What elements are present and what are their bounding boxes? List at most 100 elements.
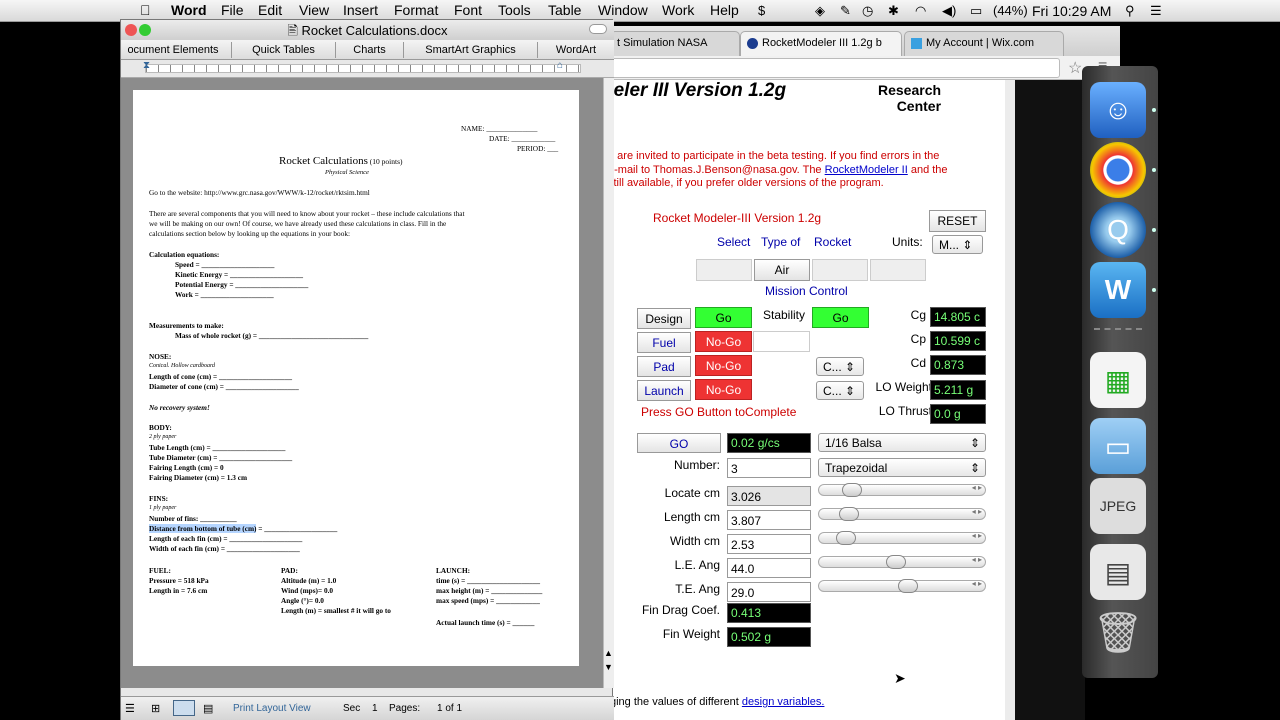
fins-line: Width of each fin (cm) = _______________… [149, 544, 300, 553]
trash-icon[interactable]: 🗑 [1090, 604, 1146, 660]
type-button-3[interactable] [812, 259, 868, 281]
print-layout-icon[interactable] [173, 700, 195, 716]
scroll-down-icon[interactable]: ▼ [604, 662, 613, 672]
param-slider[interactable]: ◂ ▸ [818, 507, 986, 521]
design-variables-link[interactable]: design variables. [742, 696, 825, 708]
type-air-button[interactable]: Air [754, 259, 810, 281]
spotlight-icon[interactable]: ⚲ [1125, 3, 1135, 19]
tab-smartart[interactable]: SmartArt Graphics [403, 42, 537, 58]
tab-wordart[interactable]: WordArt [537, 42, 614, 58]
param-slider[interactable]: ◂ ▸ [818, 483, 986, 497]
reset-button[interactable]: RESET [929, 210, 986, 232]
close-icon[interactable] [125, 24, 137, 36]
material-select[interactable]: 1/16 Balsa ⇕ [818, 433, 986, 452]
param-field[interactable]: 2.53 [727, 534, 811, 554]
outline-view-icon[interactable]: ⊞ [151, 702, 160, 715]
lo-weight-label: LO Weight [875, 380, 932, 394]
type-button-4[interactable] [870, 259, 926, 281]
param-field[interactable]: 29.0 [727, 582, 811, 602]
menu-app-name[interactable]: Word [171, 2, 207, 18]
param-field[interactable]: 3.807 [727, 510, 811, 530]
apple-icon[interactable]:  [140, 2, 151, 18]
preview-icon[interactable]: ▤ [1090, 544, 1146, 600]
fuel-button[interactable]: Fuel [637, 332, 691, 353]
browser-scrollbar[interactable] [1005, 80, 1015, 720]
indent-marker-icon[interactable]: ⧗ [143, 60, 150, 71]
zoom-icon[interactable] [139, 24, 151, 36]
number-field[interactable]: 3 [727, 458, 811, 478]
rocketmodeler-ii-link[interactable]: RocketModeler II [825, 164, 908, 176]
slider-knob[interactable] [898, 579, 919, 593]
dropbox-icon[interactable]: ◈ [815, 3, 825, 19]
battery-icon[interactable]: ▭ [970, 3, 982, 19]
param-slider[interactable]: ◂ ▸ [818, 579, 986, 593]
chrome-icon[interactable] [1090, 142, 1146, 198]
scroll-up-icon[interactable]: ▲ [604, 648, 613, 658]
address-bar[interactable] [610, 58, 1060, 78]
menu-help[interactable]: Help [710, 2, 739, 18]
menu-tools[interactable]: Tools [498, 2, 531, 18]
finder-icon[interactable]: ☺ [1090, 82, 1146, 138]
launch-button[interactable]: Launch [637, 380, 691, 401]
wifi-icon[interactable]: ◠ [915, 3, 926, 19]
type-of-label: Type of [761, 235, 801, 249]
ruler[interactable]: ⧗ ⌂ [121, 60, 614, 78]
folder-icon[interactable]: ▭ [1090, 418, 1146, 474]
fin-weight-label: Fin Weight [662, 627, 720, 641]
script-icon[interactable]: $ [758, 3, 765, 18]
menu-format[interactable]: Format [394, 2, 438, 18]
param-slider[interactable]: ◂ ▸ [818, 531, 986, 545]
body-heading: BODY: [149, 423, 172, 432]
slider-arrows-icon[interactable]: ◂ ▸ [972, 555, 982, 564]
units-select[interactable]: M... ⇕ [932, 235, 983, 254]
menu-work[interactable]: Work [662, 2, 694, 18]
body-line: Tube Diameter (cm) = ___________________… [149, 453, 293, 462]
slider-knob[interactable] [835, 531, 856, 545]
tab-charts[interactable]: Charts [335, 42, 403, 58]
spreadsheet-icon[interactable]: ▦ [1090, 352, 1146, 408]
slider-arrows-icon[interactable]: ◂ ▸ [972, 483, 982, 492]
menu-edit[interactable]: Edit [258, 2, 282, 18]
slider-arrows-icon[interactable]: ◂ ▸ [972, 531, 982, 540]
time-machine-icon[interactable]: ◷ [862, 3, 873, 19]
go-button[interactable]: GO [637, 433, 721, 453]
menu-table[interactable]: Table [548, 2, 581, 18]
notification-icon[interactable]: ☰ [1150, 3, 1162, 19]
tab-wix[interactable]: My Account | Wix.com [904, 31, 1064, 56]
slider-knob[interactable] [842, 483, 863, 497]
menu-window[interactable]: Window [598, 2, 648, 18]
design-button[interactable]: Design [637, 308, 691, 329]
tab-quick-tables[interactable]: Quick Tables [231, 42, 335, 58]
document-page[interactable]: NAME: ______________ DATE: ____________ … [133, 90, 579, 666]
tab-rocketmodeler[interactable]: RocketModeler III 1.2g b [740, 31, 902, 56]
volume-icon[interactable]: ◀) [942, 3, 956, 19]
shape-select[interactable]: Trapezoidal ⇕ [818, 458, 986, 477]
menu-view[interactable]: View [299, 2, 329, 18]
param-field[interactable]: 44.0 [727, 558, 811, 578]
draft-view-icon[interactable]: ☰ [125, 702, 135, 715]
type-button-1[interactable] [696, 259, 752, 281]
bookmark-star-icon[interactable]: ☆ [1068, 58, 1082, 78]
quicktime-icon[interactable]: Q [1090, 202, 1146, 258]
slider-knob[interactable] [839, 507, 860, 521]
clock[interactable]: Fri 10:29 AM [1032, 3, 1111, 19]
vertical-scrollbar[interactable]: ▲ ▼ [603, 78, 614, 688]
slider-arrows-icon[interactable]: ◂ ▸ [972, 507, 982, 516]
right-indent-icon[interactable]: ⌂ [557, 60, 563, 71]
menu-file[interactable]: File [221, 2, 244, 18]
menu-insert[interactable]: Insert [343, 2, 378, 18]
bluetooth-icon[interactable]: ✱ [888, 3, 899, 19]
param-slider[interactable]: ◂ ▸ [818, 555, 986, 569]
notebook-view-icon[interactable]: ▤ [203, 702, 213, 715]
param-field[interactable]: 3.026 [727, 486, 811, 506]
jpeg-file-icon[interactable]: JPEG [1090, 478, 1146, 534]
menu-font[interactable]: Font [454, 2, 482, 18]
word-icon[interactable]: W [1090, 262, 1146, 318]
tab-document-elements[interactable]: ocument Elements [117, 42, 229, 58]
tab-rocket-simulation[interactable]: t Simulation NASA [610, 31, 740, 56]
toolbar-toggle-icon[interactable] [589, 24, 607, 34]
slider-knob[interactable] [885, 555, 906, 569]
slider-arrows-icon[interactable]: ◂ ▸ [972, 579, 982, 588]
pad-button[interactable]: Pad [637, 356, 691, 377]
tool-icon[interactable]: ✎ [840, 3, 851, 19]
